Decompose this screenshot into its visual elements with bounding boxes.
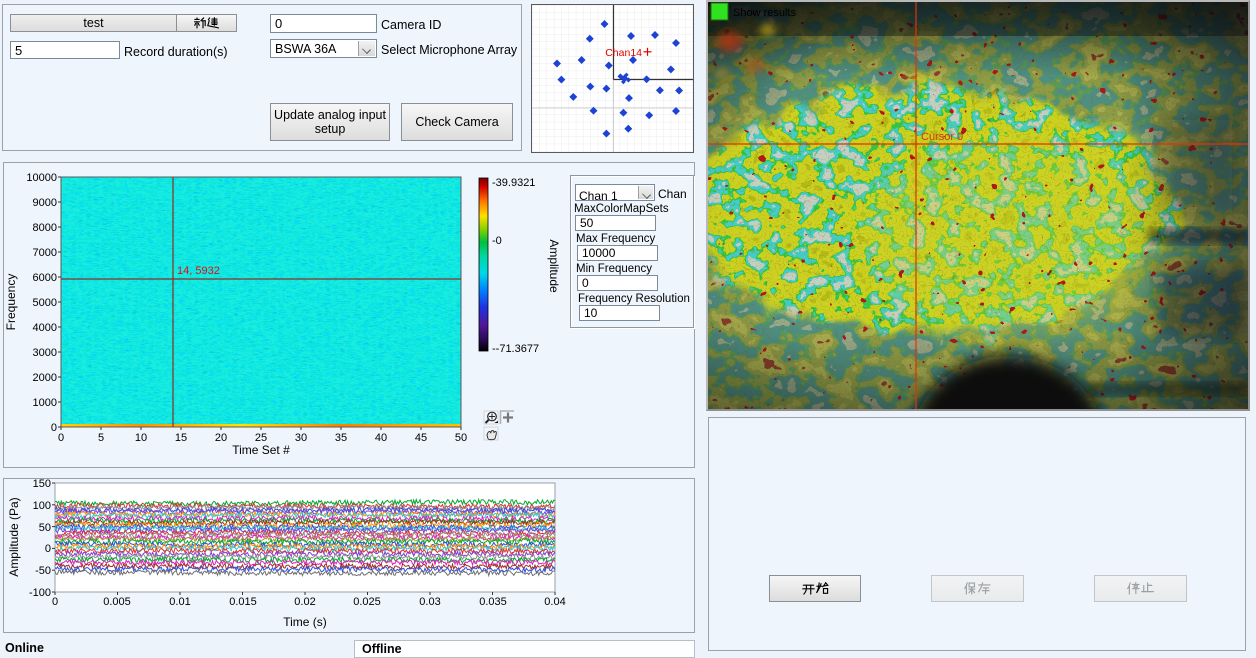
svg-text:--71.3677: --71.3677 (492, 343, 539, 355)
svg-text:150: 150 (33, 479, 51, 490)
svg-text:0.025: 0.025 (353, 596, 381, 608)
svg-text:-100: -100 (29, 587, 51, 599)
svg-text:0.01: 0.01 (169, 596, 190, 608)
svg-text:50: 50 (455, 432, 467, 444)
svg-text:10000: 10000 (26, 172, 57, 184)
svg-text:0.03: 0.03 (419, 596, 440, 608)
svg-text:0: 0 (51, 422, 57, 434)
svg-text:50: 50 (39, 522, 51, 534)
svg-text:0: 0 (52, 596, 58, 608)
svg-text:40: 40 (375, 432, 387, 444)
svg-text:Show results: Show results (733, 7, 796, 19)
svg-text:100: 100 (33, 500, 51, 512)
svg-text:0.04: 0.04 (544, 596, 565, 608)
svg-text:0: 0 (58, 432, 64, 444)
svg-text:20: 20 (215, 432, 227, 444)
svg-text:6000: 6000 (33, 272, 57, 284)
svg-text:8000: 8000 (33, 222, 57, 234)
svg-text:5: 5 (98, 432, 104, 444)
svg-text:Amplitude (Pa): Amplitude (Pa) (7, 497, 21, 576)
svg-text:14, 5932: 14, 5932 (177, 265, 220, 277)
svg-text:0.035: 0.035 (479, 596, 507, 608)
svg-text:3000: 3000 (33, 347, 57, 359)
svg-text:-39.9321: -39.9321 (492, 177, 535, 189)
svg-text:4000: 4000 (33, 322, 57, 334)
svg-text:1000: 1000 (33, 397, 57, 409)
svg-text:15: 15 (175, 432, 187, 444)
svg-text:0.015: 0.015 (229, 596, 257, 608)
svg-text:-0: -0 (492, 235, 502, 247)
svg-text:2000: 2000 (33, 372, 57, 384)
svg-text:10: 10 (135, 432, 147, 444)
svg-text:35: 35 (335, 432, 347, 444)
svg-text:0.005: 0.005 (103, 596, 131, 608)
svg-text:Amplitude: Amplitude (547, 239, 561, 293)
svg-text:Time Set #: Time Set # (232, 443, 290, 457)
svg-text:45: 45 (415, 432, 427, 444)
svg-text:30: 30 (295, 432, 307, 444)
svg-text:9000: 9000 (33, 197, 57, 209)
svg-text:Chan14: Chan14 (605, 47, 642, 59)
svg-text:0.02: 0.02 (294, 596, 315, 608)
svg-text:7000: 7000 (33, 247, 57, 259)
svg-text:Frequency: Frequency (4, 274, 18, 331)
svg-text:Time (s): Time (s) (283, 615, 327, 629)
svg-text:Cursor 0: Cursor 0 (921, 131, 963, 143)
svg-text:-50: -50 (35, 565, 51, 577)
svg-text:0: 0 (45, 543, 51, 555)
svg-text:5000: 5000 (33, 297, 57, 309)
